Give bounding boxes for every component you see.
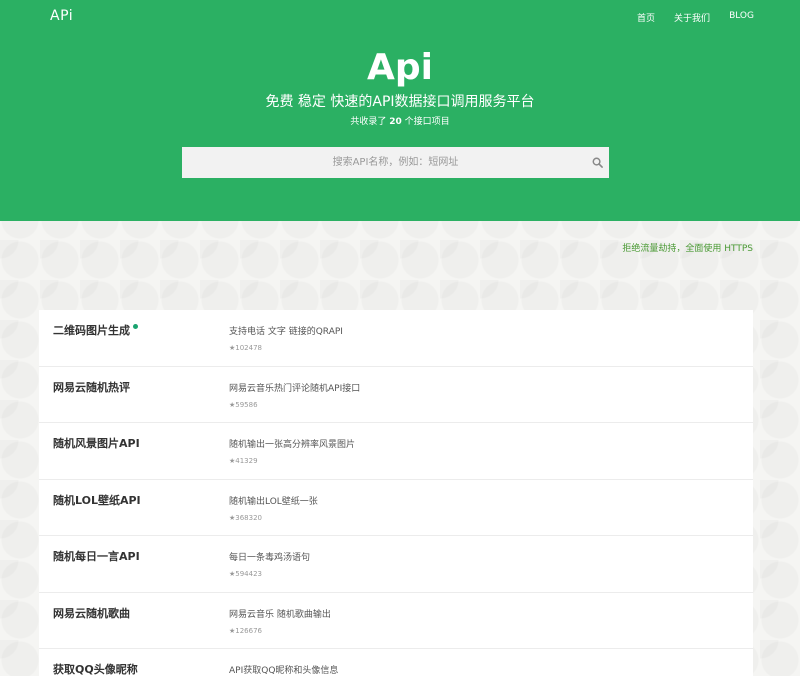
api-name-text: 网易云随机歌曲 — [53, 606, 130, 620]
count-number: 20 — [389, 117, 402, 127]
api-list: 二维码图片生成 支持电话 文字 链接的QRAPI ★102478 网易云随机热评 网易云… — [39, 310, 753, 676]
api-name-text: 二维码图片生成 — [53, 324, 130, 337]
api-list-item[interactable]: 网易云随机歌曲 网易云音乐 随机歌曲输出 ★126676 — [39, 593, 753, 649]
api-name-text: 获取QQ头像昵称 — [53, 663, 138, 676]
count-suffix: 个接口项目 — [404, 117, 450, 127]
api-name[interactable]: 二维码图片生成 — [53, 322, 138, 338]
api-count-text: 共收录了 20 个接口项目 — [0, 115, 800, 129]
api-list-item[interactable]: 随机LOL壁纸API 随机输出LOL壁纸一张 ★368320 — [39, 480, 753, 536]
api-name[interactable]: 网易云随机歌曲 — [53, 605, 130, 621]
api-name-text: 随机每日一言API — [53, 550, 140, 563]
nav-home[interactable]: 首页 — [637, 11, 655, 24]
api-star-count: ★59586 — [229, 400, 258, 409]
api-description: 网易云音乐热门评论随机API接口 — [229, 383, 361, 394]
api-description: 支持电话 文字 链接的QRAPI — [229, 327, 343, 337]
api-description: 随机输出一张高分辨率风景图片 — [229, 440, 356, 450]
api-description: 随机输出LOL壁纸一张 — [229, 496, 318, 507]
api-list-item[interactable]: 二维码图片生成 支持电话 文字 链接的QRAPI ★102478 — [39, 310, 753, 367]
api-list-item[interactable]: 随机每日一言API 每日一条毒鸡汤语句 ★594423 — [39, 536, 753, 593]
search-box — [182, 147, 609, 178]
top-nav: 首页 关于我们 BLOG — [618, 11, 754, 24]
count-prefix: 共收录了 — [350, 117, 387, 127]
api-name[interactable]: 随机风景图片API — [53, 435, 140, 451]
api-star-count: ★102478 — [229, 344, 262, 352]
api-list-item[interactable]: 随机风景图片API 随机输出一张高分辨率风景图片 ★41329 — [39, 423, 753, 480]
api-name-text: 网易云随机热评 — [53, 380, 130, 394]
api-description: 每日一条毒鸡汤语句 — [229, 553, 311, 563]
new-indicator-dot — [133, 324, 138, 329]
page-subtitle: 免费 稳定 快速的API数据接口调用服务平台 — [265, 94, 535, 110]
api-description: 网易云音乐 随机歌曲输出 — [229, 609, 331, 620]
hero-banner: APi 首页 关于我们 BLOG Api 免费 稳定 快速的API数据接口调用服… — [0, 0, 800, 221]
api-name[interactable]: 随机每日一言API — [53, 548, 140, 564]
api-star-count: ★368320 — [229, 513, 262, 522]
api-description: API获取QQ昵称和头像信息 — [229, 666, 339, 676]
api-list-item[interactable]: 网易云随机热评 网易云音乐热门评论随机API接口 ★59586 — [39, 367, 753, 423]
nav-about[interactable]: 关于我们 — [674, 11, 710, 24]
brand-logo[interactable]: APi — [50, 8, 73, 24]
api-name-text: 随机LOL壁纸API — [53, 493, 141, 507]
nav-blog[interactable]: BLOG — [729, 11, 754, 24]
api-name-text: 随机风景图片API — [53, 437, 140, 450]
search-icon[interactable] — [592, 157, 603, 168]
page-title: Api — [367, 47, 433, 88]
https-notice: 拒绝流量劫持，全面使用 HTTPS — [622, 244, 753, 254]
api-star-count: ★41329 — [229, 457, 258, 465]
api-name[interactable]: 随机LOL壁纸API — [53, 492, 141, 508]
search-input[interactable] — [182, 147, 609, 178]
api-name[interactable]: 获取QQ头像昵称 — [53, 661, 138, 676]
api-star-count: ★594423 — [229, 570, 262, 578]
api-star-count: ★126676 — [229, 626, 262, 635]
api-list-item[interactable]: 获取QQ头像昵称 API获取QQ昵称和头像信息 — [39, 649, 753, 676]
api-name[interactable]: 网易云随机热评 — [53, 379, 130, 395]
